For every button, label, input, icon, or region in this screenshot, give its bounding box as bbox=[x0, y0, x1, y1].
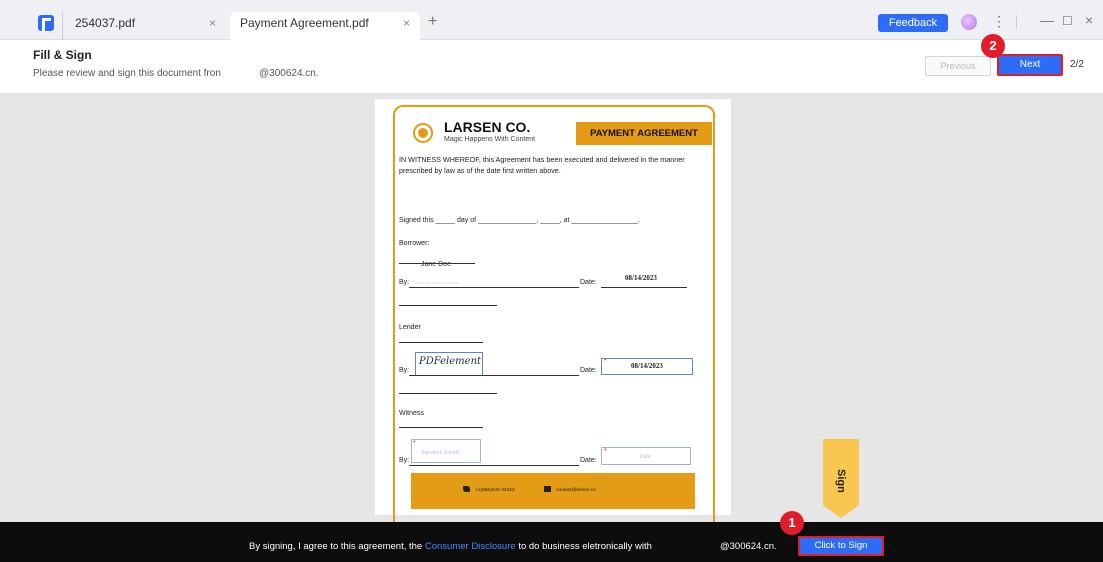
step-badge-1: 1 bbox=[780, 511, 804, 535]
document-viewer: LARSEN CO. Magic Happens With Content PA… bbox=[0, 95, 1103, 525]
date-label: Date: bbox=[580, 457, 597, 464]
tab-254037[interactable]: 254037.pdf × bbox=[62, 12, 226, 40]
fill-sign-header: Fill & Sign Please review and sign this … bbox=[0, 40, 1103, 94]
new-tab-button[interactable]: + bbox=[428, 14, 437, 30]
document-title: PAYMENT AGREEMENT bbox=[576, 122, 712, 145]
witness-label: Witness bbox=[399, 410, 424, 417]
borrower-label: Borrower: bbox=[399, 240, 430, 247]
app-logo-icon bbox=[38, 15, 54, 31]
date-label: Date: bbox=[580, 367, 597, 374]
required-mark: * bbox=[604, 448, 607, 455]
company-name: LARSEN CO. bbox=[444, 119, 531, 135]
divider bbox=[1016, 15, 1017, 29]
date-placeholder: Date bbox=[640, 454, 651, 460]
signature-hint: ~~~ ~~~~~~~ ~~~~ bbox=[415, 281, 459, 287]
email-icon bbox=[544, 486, 551, 492]
next-button[interactable]: Next bbox=[997, 54, 1063, 76]
signature-line bbox=[399, 427, 483, 428]
company-logo-icon bbox=[413, 123, 433, 143]
page-indicator: 2/2 bbox=[1070, 59, 1084, 70]
by-label: By: bbox=[399, 279, 410, 286]
maximize-icon[interactable]: ☐ bbox=[1062, 14, 1073, 28]
contact-email: contact@larsen.co bbox=[556, 488, 596, 493]
sign-tab-label: Sign bbox=[835, 469, 847, 493]
signature-line bbox=[399, 342, 483, 343]
consent-text: By signing, I agree to this agreement, t… bbox=[249, 541, 652, 552]
signature-line bbox=[409, 465, 579, 466]
app-window: 254037.pdf × Payment Agreement.pdf × + F… bbox=[0, 0, 1103, 562]
title-bar: 254037.pdf × Payment Agreement.pdf × + F… bbox=[0, 0, 1103, 40]
page-title: Fill & Sign bbox=[33, 48, 92, 62]
feedback-button[interactable]: Feedback bbox=[878, 14, 948, 32]
required-mark: * bbox=[604, 358, 607, 365]
date-label: Date: bbox=[580, 279, 597, 286]
consent-email: @300624.cn. bbox=[720, 541, 777, 552]
consent-bar: By signing, I agree to this agreement, t… bbox=[0, 522, 1103, 562]
consumer-disclosure-link[interactable]: Consumer Disclosure bbox=[425, 541, 516, 552]
borrower-date: 08/14/2023 bbox=[625, 274, 657, 282]
document-page: LARSEN CO. Magic Happens With Content PA… bbox=[375, 99, 731, 525]
signed-this-line: Signed this _____ day of _______________… bbox=[399, 217, 640, 224]
borrower-signature: Jane Doe bbox=[421, 261, 451, 268]
step-badge-2: 2 bbox=[981, 34, 1005, 58]
tab-label: Payment Agreement.pdf bbox=[240, 16, 369, 30]
lender-date: 08/14/2023 bbox=[631, 362, 663, 370]
minimize-icon[interactable]: — bbox=[1040, 12, 1054, 28]
required-mark: * bbox=[413, 440, 416, 447]
avatar[interactable] bbox=[961, 14, 977, 30]
page-subtitle: Please review and sign this document fro… bbox=[33, 68, 221, 79]
signature-line bbox=[409, 287, 579, 288]
lender-signature: PDFelement bbox=[419, 356, 482, 367]
contact-phone: +1(555)244-34322 bbox=[475, 488, 515, 493]
divider-line bbox=[399, 305, 497, 306]
consent-prefix: By signing, I agree to this agreement, t… bbox=[249, 541, 423, 552]
lender-label: Lender bbox=[399, 324, 421, 331]
click-to-sign-button[interactable]: Click to Sign bbox=[798, 536, 884, 556]
close-tab-icon[interactable]: × bbox=[403, 12, 410, 34]
close-window-icon[interactable]: × bbox=[1085, 12, 1093, 28]
document-footer: +1(555)244-34322 contact@larsen.co bbox=[411, 473, 695, 509]
divider-line bbox=[399, 393, 497, 394]
signature-placeholder: Signature Default bbox=[421, 450, 460, 456]
previous-button[interactable]: Previous bbox=[925, 56, 991, 76]
phone-icon bbox=[463, 486, 470, 492]
sender-email: @300624.cn. bbox=[259, 68, 319, 79]
tab-label: 254037.pdf bbox=[75, 16, 136, 30]
close-tab-icon[interactable]: × bbox=[209, 12, 216, 34]
company-tagline: Magic Happens With Content bbox=[444, 136, 536, 143]
consent-suffix: to do business eletronically with bbox=[518, 541, 652, 552]
witness-clause: IN WITNESS WHEREOF, this Agreement has b… bbox=[399, 155, 685, 175]
signature-line bbox=[409, 375, 579, 376]
date-line bbox=[601, 287, 687, 288]
sign-tab[interactable]: Sign bbox=[823, 439, 859, 518]
by-label: By: bbox=[399, 457, 410, 464]
tab-payment-agreement[interactable]: Payment Agreement.pdf × bbox=[230, 12, 420, 40]
by-label: By: bbox=[399, 367, 410, 374]
more-options-icon[interactable]: ⋮ bbox=[992, 13, 1006, 30]
